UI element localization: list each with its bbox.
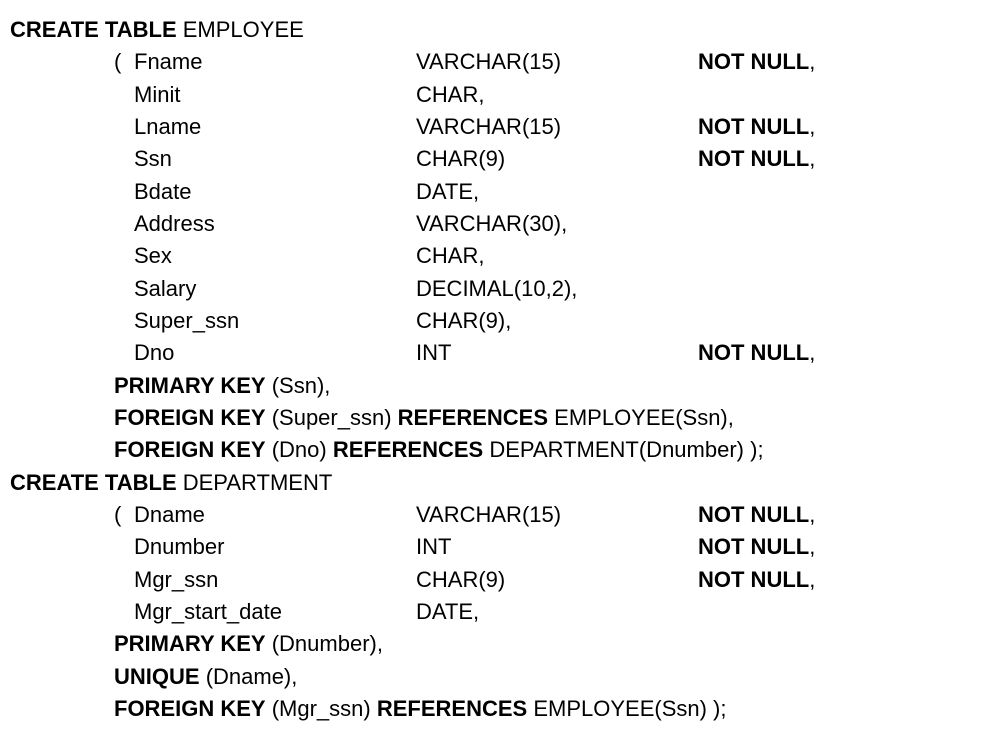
column-type: CHAR, <box>416 79 698 111</box>
column-definition: Super_ssn CHAR(9), <box>10 305 983 337</box>
column-definition: Dnumber INT NOT NULL, <box>10 531 983 563</box>
column-type: CHAR, <box>416 240 698 272</box>
column-definition: Lname VARCHAR(15) NOT NULL, <box>10 111 983 143</box>
create-table-keyword: CREATE TABLE <box>10 470 177 495</box>
column-type: INT <box>416 531 698 563</box>
column-name: Dnumber <box>134 531 416 563</box>
create-table-employee: CREATE TABLE EMPLOYEE <box>10 14 983 46</box>
column-definition: Salary DECIMAL(10,2), <box>10 273 983 305</box>
column-name: Minit <box>134 79 416 111</box>
column-name: Mgr_start_date <box>134 596 416 628</box>
column-name: Sex <box>134 240 416 272</box>
column-type: CHAR(9) <box>416 564 698 596</box>
column-definition: Dno INT NOT NULL, <box>10 337 983 369</box>
column-definition: ( Fname VARCHAR(15) NOT NULL, <box>10 46 983 78</box>
foreign-key-constraint: FOREIGN KEY (Super_ssn) REFERENCES EMPLO… <box>10 402 983 434</box>
column-constraint: NOT NULL, <box>698 111 815 143</box>
foreign-key-constraint: FOREIGN KEY (Mgr_ssn) REFERENCES EMPLOYE… <box>10 693 983 725</box>
column-type: DECIMAL(10,2), <box>416 273 698 305</box>
create-table-keyword: CREATE TABLE <box>10 17 177 42</box>
column-name: Bdate <box>134 176 416 208</box>
column-type: INT <box>416 337 698 369</box>
column-constraint: NOT NULL, <box>698 337 815 369</box>
column-type: DATE, <box>416 596 698 628</box>
column-constraint: NOT NULL, <box>698 531 815 563</box>
column-definition: ( Dname VARCHAR(15) NOT NULL, <box>10 499 983 531</box>
column-name: Super_ssn <box>134 305 416 337</box>
column-name: Dname <box>134 499 416 531</box>
primary-key-constraint: PRIMARY KEY (Ssn), <box>10 370 983 402</box>
table-name: DEPARTMENT <box>183 470 333 495</box>
column-definition: Address VARCHAR(30), <box>10 208 983 240</box>
column-name: Fname <box>134 46 416 78</box>
column-name: Ssn <box>134 143 416 175</box>
column-type: DATE, <box>416 176 698 208</box>
column-type: CHAR(9) <box>416 143 698 175</box>
column-definition: Bdate DATE, <box>10 176 983 208</box>
column-constraint: NOT NULL, <box>698 46 815 78</box>
column-name: Dno <box>134 337 416 369</box>
column-type: VARCHAR(15) <box>416 111 698 143</box>
column-constraint: NOT NULL, <box>698 499 815 531</box>
column-name: Address <box>134 208 416 240</box>
unique-constraint: UNIQUE (Dname), <box>10 661 983 693</box>
table-name: EMPLOYEE <box>183 17 304 42</box>
foreign-key-constraint: FOREIGN KEY (Dno) REFERENCES DEPARTMENT(… <box>10 434 983 466</box>
column-definition: Mgr_ssn CHAR(9) NOT NULL, <box>10 564 983 596</box>
column-definition: Minit CHAR, <box>10 79 983 111</box>
sql-ddl-block: CREATE TABLE EMPLOYEE ( Fname VARCHAR(15… <box>10 14 983 725</box>
open-paren: ( <box>114 46 134 78</box>
column-name: Salary <box>134 273 416 305</box>
column-type: VARCHAR(30), <box>416 208 698 240</box>
column-type: CHAR(9), <box>416 305 698 337</box>
column-definition: Ssn CHAR(9) NOT NULL, <box>10 143 983 175</box>
column-type: VARCHAR(15) <box>416 499 698 531</box>
column-name: Mgr_ssn <box>134 564 416 596</box>
primary-key-constraint: PRIMARY KEY (Dnumber), <box>10 628 983 660</box>
column-constraint: NOT NULL, <box>698 143 815 175</box>
column-constraint: NOT NULL, <box>698 564 815 596</box>
column-name: Lname <box>134 111 416 143</box>
column-definition: Mgr_start_date DATE, <box>10 596 983 628</box>
create-table-department: CREATE TABLE DEPARTMENT <box>10 467 983 499</box>
open-paren: ( <box>114 499 134 531</box>
column-definition: Sex CHAR, <box>10 240 983 272</box>
column-type: VARCHAR(15) <box>416 46 698 78</box>
